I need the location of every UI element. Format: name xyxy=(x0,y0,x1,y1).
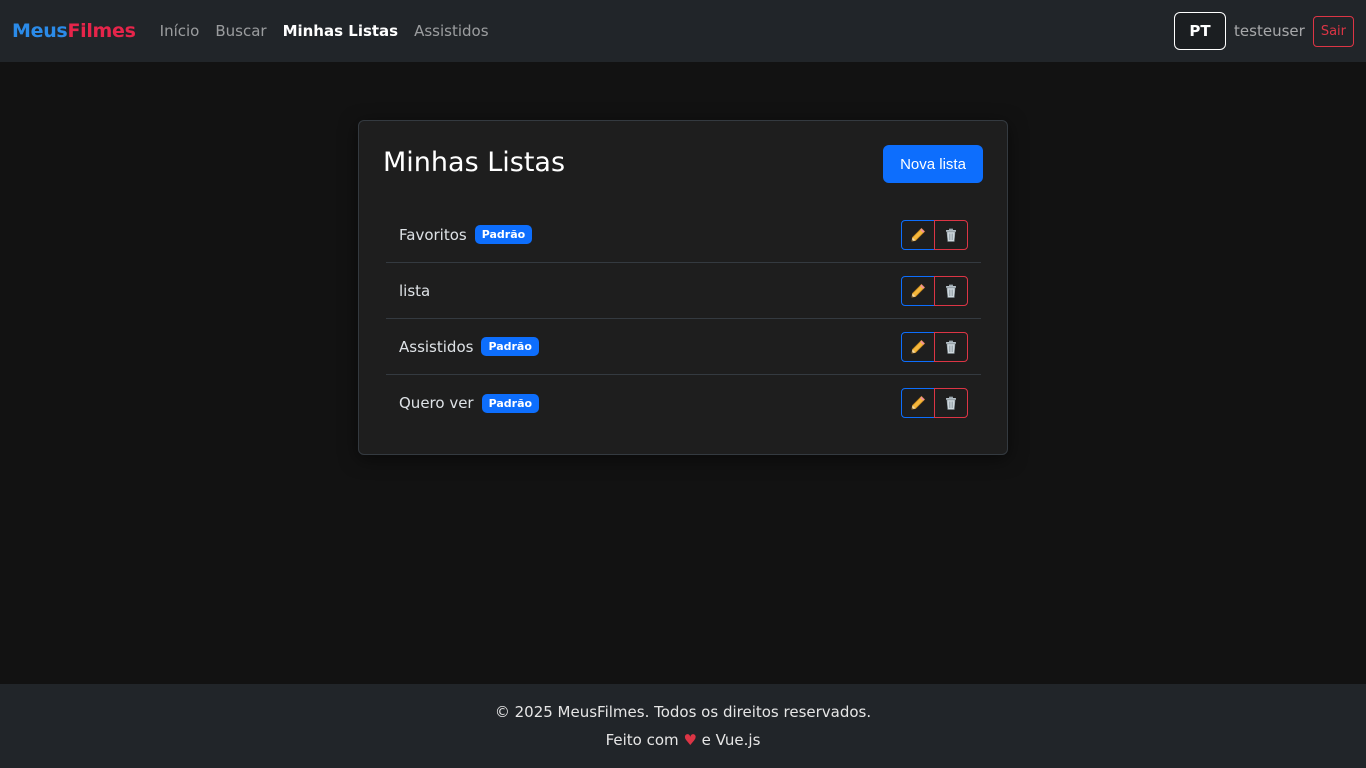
default-badge: Padrão xyxy=(474,225,533,244)
list-name[interactable]: Favoritos xyxy=(399,226,467,244)
list-name[interactable]: Quero ver xyxy=(399,394,474,412)
nav-link-inicio[interactable]: Início xyxy=(160,22,208,40)
footer-made-with-prefix: Feito com xyxy=(605,731,679,749)
delete-list-button[interactable] xyxy=(934,331,968,362)
default-badge: Padrão xyxy=(481,337,539,356)
list-actions xyxy=(901,219,968,250)
list-item[interactable]: Quero ver Padrão xyxy=(386,375,981,431)
list-item[interactable]: Favoritos Padrão xyxy=(386,207,981,263)
pencil-icon xyxy=(911,283,926,297)
navbar: MeusFilmes Início Buscar Minhas Listas A… xyxy=(0,0,1366,62)
list-item[interactable]: lista xyxy=(386,263,981,319)
new-list-button[interactable]: Nova lista xyxy=(883,145,983,183)
lists-card: Minhas Listas Nova lista Favoritos Padrão… xyxy=(358,120,1008,455)
list-actions xyxy=(901,275,968,306)
list-item[interactable]: Assistidos Padrão xyxy=(386,319,981,375)
footer: © 2025 MeusFilmes. Todos os direitos res… xyxy=(0,684,1366,768)
list-name[interactable]: lista xyxy=(399,282,430,300)
heart-icon: ♥ xyxy=(683,731,697,749)
edit-list-button[interactable] xyxy=(901,275,935,306)
page-title: Minhas Listas xyxy=(383,147,566,178)
pencil-icon xyxy=(911,339,926,353)
list-actions xyxy=(901,388,968,418)
list-actions xyxy=(901,331,968,362)
edit-list-button[interactable] xyxy=(901,331,935,362)
trash-icon xyxy=(946,228,956,242)
pencil-icon xyxy=(911,227,926,241)
list-name[interactable]: Assistidos xyxy=(399,338,473,356)
edit-list-button[interactable] xyxy=(901,388,935,418)
delete-list-button[interactable] xyxy=(934,275,968,306)
default-badge: Padrão xyxy=(481,393,540,413)
username: testeuser xyxy=(1234,22,1305,40)
pencil-icon xyxy=(911,395,926,410)
brand-logo[interactable]: MeusFilmes xyxy=(12,20,136,42)
footer-made-with-suffix: e Vue.js xyxy=(701,731,761,749)
footer-made-with: Feito com ♥ e Vue.js xyxy=(0,731,1366,749)
edit-list-button[interactable] xyxy=(901,219,935,250)
nav-links: Início Buscar Minhas Listas Assistidos xyxy=(160,22,497,40)
footer-copyright: © 2025 MeusFilmes. Todos os direitos res… xyxy=(494,703,872,721)
nav-link-minhas-listas[interactable]: Minhas Listas xyxy=(275,22,407,40)
nav-right: PT testeuser Sair xyxy=(1174,12,1354,50)
trash-icon xyxy=(946,284,956,298)
delete-list-button[interactable] xyxy=(934,388,968,418)
language-button[interactable]: PT xyxy=(1174,12,1227,50)
brand-part-filmes[interactable]: Filmes xyxy=(67,20,136,42)
trash-icon xyxy=(946,396,956,410)
nav-link-assistidos[interactable]: Assistidos xyxy=(406,22,496,40)
lists-container: Favoritos Padrão lista Assistidos Padrão Quer… xyxy=(386,207,981,431)
brand-part-meus[interactable]: Meus xyxy=(12,20,68,42)
logout-button[interactable]: Sair xyxy=(1312,15,1354,47)
delete-list-button[interactable] xyxy=(934,219,968,250)
trash-icon xyxy=(946,340,956,354)
nav-link-buscar[interactable]: Buscar xyxy=(207,22,274,40)
